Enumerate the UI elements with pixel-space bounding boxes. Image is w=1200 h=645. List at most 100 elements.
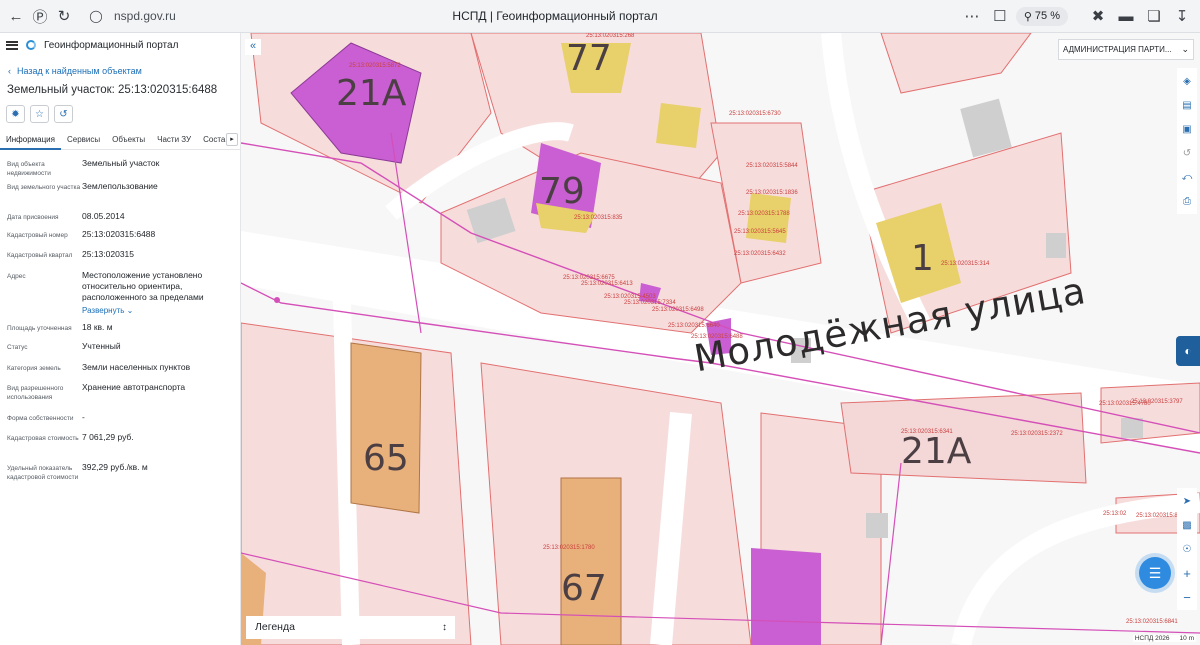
star-icon: ☆ — [35, 108, 44, 120]
zoom-control[interactable]: ⚲ 75 % — [1015, 6, 1068, 26]
tabs-icon[interactable]: ▬ — [1114, 4, 1138, 28]
chevron-left-icon: ‹ — [8, 66, 11, 76]
house-number: 65 — [363, 438, 409, 479]
cadastral-label: 25:13:020315:2372 — [1011, 431, 1063, 437]
extension-icon[interactable]: ✖ — [1086, 4, 1110, 28]
bookmark-icon[interactable]: ☐ — [988, 4, 1012, 28]
legend-toggle[interactable]: Легенда ↕ — [246, 616, 455, 639]
attr-row: Статус Учтенный — [0, 341, 240, 362]
tab-info[interactable]: Информация — [0, 130, 61, 150]
menu-icon[interactable] — [6, 40, 18, 50]
cadastral-label: 25:13:020315:6498 — [652, 307, 704, 313]
navigate-icon[interactable]: ➤ — [1179, 491, 1195, 511]
layer-select[interactable]: АДМИНИСТРАЦИЯ ПАРТИ... ⌄ — [1058, 39, 1194, 60]
attr-key: Адрес — [7, 273, 26, 280]
panorama-icon[interactable]: ▩ — [1179, 515, 1195, 535]
attr-row: Кадастровый квартал 25:13:020315 — [0, 249, 240, 270]
attribution-text: НСПД 2026 — [1134, 635, 1170, 642]
expand-label: Развернуть — [82, 306, 125, 315]
attr-value: 08.05.2014 — [82, 211, 125, 221]
cadastral-label: 25:13:020315:6488 — [691, 334, 743, 340]
map-attribution: НСПД 2026 10 m — [1132, 635, 1196, 642]
cadastral-label: 25:13:020315:6640 — [668, 323, 720, 329]
cadastral-label: 25:13:020315:1836 — [746, 190, 798, 196]
select-area-icon[interactable]: ▣ — [1179, 119, 1195, 139]
cadastral-label: 25:13:02 — [1103, 511, 1127, 517]
attr-key: Кадастровый квартал — [7, 252, 73, 259]
house-number: 1 — [911, 238, 934, 279]
cadastral-label: 25:13:020315:1780 — [543, 545, 595, 551]
house-number: 67 — [561, 568, 607, 609]
attributes-list: Вид объекта недвижимости Земельный участ… — [0, 152, 240, 492]
attr-value: Земли населенных пунктов — [82, 362, 191, 372]
attr-row: Категория земель Земли населенных пункто… — [0, 362, 240, 382]
panel-header: Геоинформационный портал — [0, 33, 240, 57]
history-button[interactable]: ↺ — [54, 105, 73, 123]
chevron-down-icon: ⌄ — [1181, 44, 1189, 54]
ruler-icon[interactable]: ▤ — [1179, 95, 1195, 115]
tab-services[interactable]: Сервисы — [61, 130, 106, 150]
attr-value-block: Местоположение установлено относительно … — [82, 270, 232, 322]
history-tool-icon[interactable]: ↺ — [1179, 143, 1195, 163]
tabs-scroll-right-icon[interactable]: ▸ — [226, 133, 238, 146]
yandex-icon[interactable]: Ⓟ — [28, 4, 52, 28]
favorite-button[interactable]: ☆ — [30, 105, 49, 123]
map-tools-top: ◈ ▤ ▣ ↺ ⤺ ⎙ — [1177, 68, 1197, 214]
cadastral-label: 25:13:020315:5645 — [734, 229, 786, 235]
more-icon[interactable]: ⋯ — [960, 4, 984, 28]
expand-link[interactable]: Развернуть ⌄ — [82, 305, 232, 316]
attr-row: Площадь уточненная 18 кв. м — [0, 322, 240, 341]
chevron-updown-icon: ↕ — [442, 622, 447, 633]
layers-icon[interactable]: ◈ — [1179, 71, 1195, 91]
tab-parts[interactable]: Части ЗУ — [151, 130, 197, 150]
map-canvas[interactable]: Молодёжная улица 21А 77 79 1 65 67 21А 2… — [241, 33, 1200, 645]
attr-key: Удельный показатель кадастровой стоимост… — [7, 465, 79, 481]
attr-row: Адрес Местоположение установлено относит… — [0, 270, 240, 322]
attr-key: Статус — [7, 344, 28, 351]
print-icon[interactable]: ⎙ — [1179, 191, 1195, 211]
attr-key: Вид земельного участка — [7, 184, 81, 191]
attr-row: Вид земельного участка Землепользование — [0, 181, 240, 211]
attr-row: Вид разрешенного использования Хранение … — [0, 382, 240, 412]
cadastral-label: 25:13:020315:835 — [574, 215, 623, 221]
share-icon[interactable]: ⤺ — [1179, 167, 1195, 187]
portal-logo-icon — [26, 40, 36, 50]
service-logo-icon[interactable]: ◐ — [1176, 336, 1200, 366]
chat-icon: ☰ — [1148, 564, 1162, 581]
app-title: Геоинформационный портал — [44, 39, 179, 51]
collections-icon[interactable]: ❏ — [1142, 4, 1166, 28]
reload-icon[interactable]: ↻ — [52, 4, 76, 28]
chat-button[interactable]: ☰ — [1139, 557, 1171, 589]
house-number: 77 — [566, 38, 612, 79]
attr-value: Землепользование — [82, 181, 158, 191]
zoom-value: 75 % — [1034, 10, 1060, 22]
cadastral-label: 25:13:020315:314 — [941, 261, 990, 267]
url-text[interactable]: nspd.gov.ru — [114, 9, 176, 23]
tab-objects[interactable]: Объекты — [106, 130, 151, 150]
attr-key: Вид объекта недвижимости — [7, 161, 51, 177]
attr-key: Вид разрешенного использования — [7, 385, 64, 401]
house-number: 21А — [336, 73, 407, 114]
attr-value: 392,29 руб./кв. м — [82, 462, 148, 472]
attr-key: Кадастровый номер — [7, 232, 68, 239]
back-link[interactable]: ‹ Назад к найденным объектам — [8, 66, 240, 76]
collapse-panel-button[interactable]: « — [245, 39, 261, 55]
zoom-in-icon[interactable]: + — [1179, 563, 1195, 583]
back-arrow-icon[interactable]: ← — [4, 4, 28, 28]
zoom-out-icon[interactable]: − — [1179, 587, 1195, 607]
chevron-down-icon: ⌄ — [126, 306, 134, 315]
attr-value: Земельный участок — [82, 158, 160, 168]
attr-key: Площадь уточненная — [7, 325, 72, 332]
cadastral-label: 25:13:020315:6413 — [581, 281, 633, 287]
back-link-label: Назад к найденным объектам — [17, 66, 142, 76]
attr-value: Учтенный — [82, 341, 121, 351]
download-icon[interactable]: ↧ — [1170, 4, 1194, 28]
locate-button[interactable]: ✹ — [6, 105, 25, 123]
attr-row: Кадастровая стоимость 7 061,29 руб. — [0, 432, 240, 462]
shield-icon[interactable]: ◯ — [84, 4, 108, 28]
location-pin-icon[interactable]: ☉ — [1179, 539, 1195, 559]
cadastral-label: 25:13:020315:268 — [586, 33, 635, 39]
attr-key: Кадастровая стоимость — [7, 435, 79, 442]
map-tools-bottom: ➤ ▩ ☉ + − — [1177, 488, 1197, 610]
cadastral-label: 25:13:020315:6341 — [901, 429, 953, 435]
